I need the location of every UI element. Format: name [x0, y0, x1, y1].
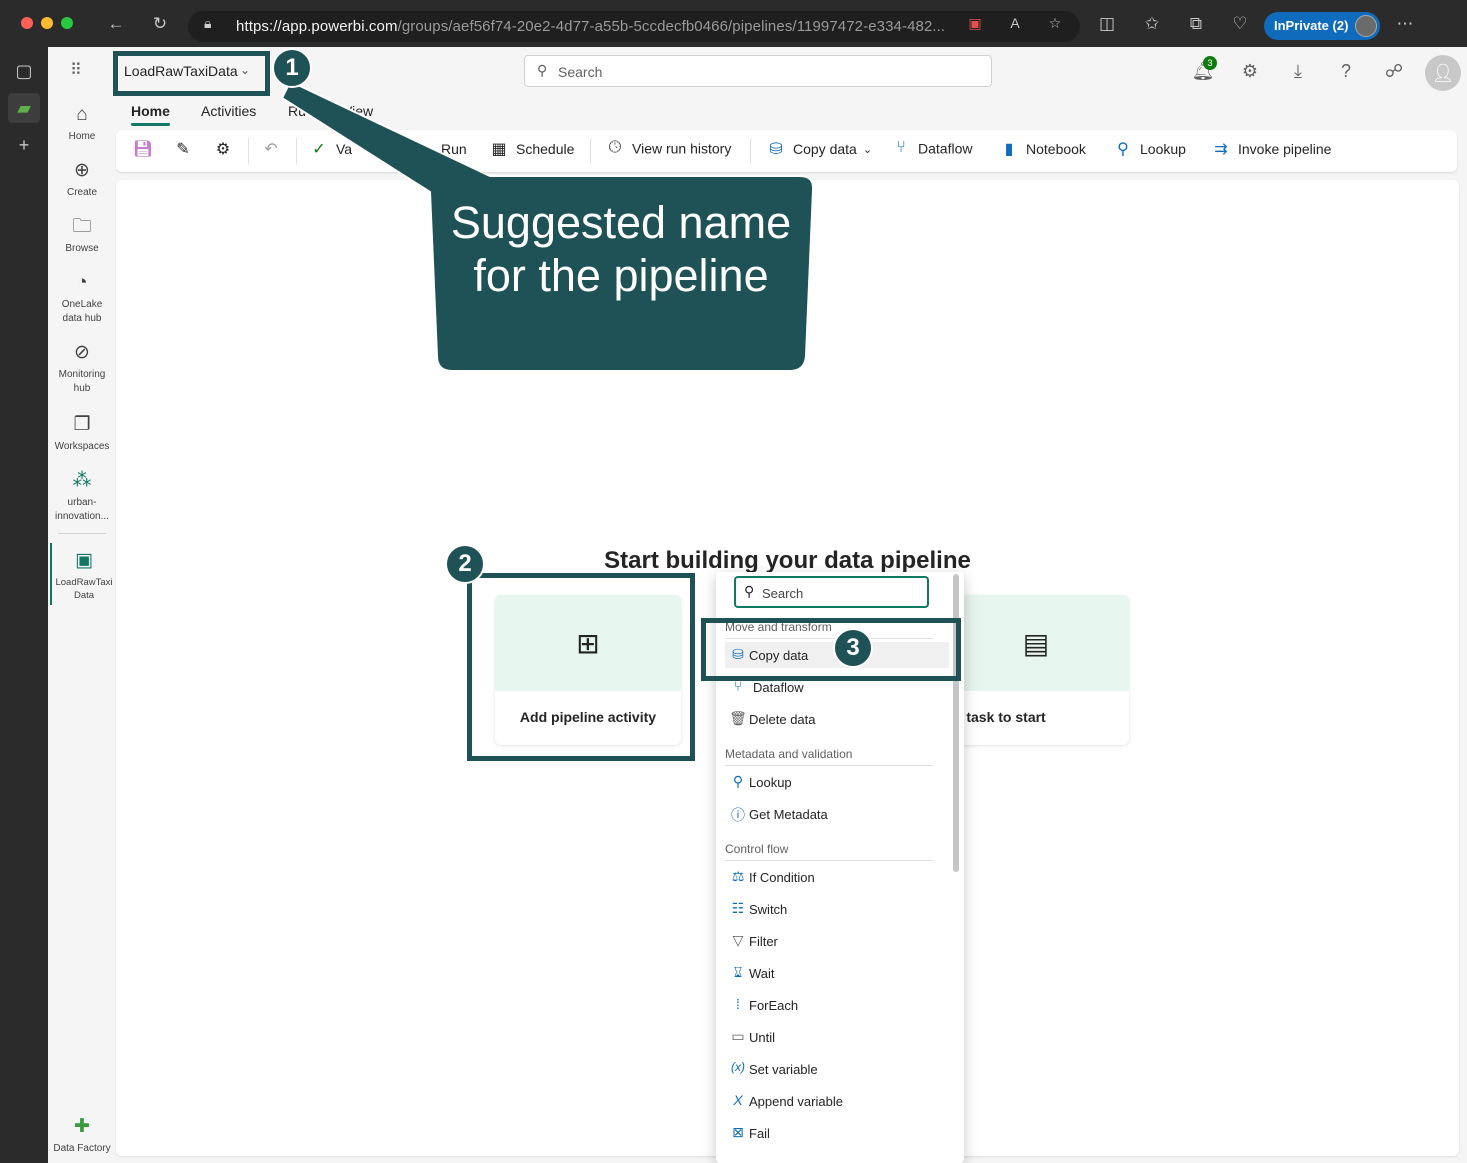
- step-number-1: 1: [272, 48, 312, 88]
- step-number-3: 3: [833, 628, 873, 668]
- highlight-copy-data: [701, 618, 961, 681]
- step-number-2: 2: [445, 544, 485, 584]
- highlight-pipeline-name: [113, 51, 270, 96]
- highlight-add-activity: [467, 573, 695, 761]
- callout-bubble: [280, 85, 815, 372]
- callout-text: Suggested name for the pipeline: [450, 197, 792, 301]
